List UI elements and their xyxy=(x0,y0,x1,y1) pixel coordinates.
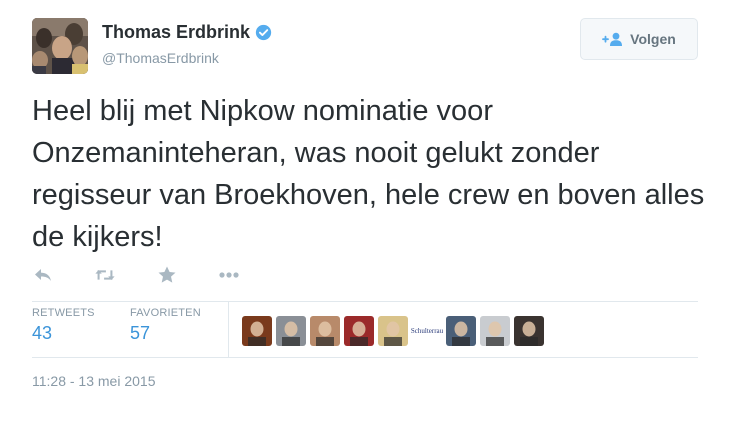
favorites-stat[interactable]: FAVORIETEN 57 xyxy=(130,307,201,344)
star-icon xyxy=(158,266,176,283)
favoriter-avatar[interactable]: Schulterrau xyxy=(411,316,443,346)
follow-button[interactable]: Volgen xyxy=(580,18,698,60)
retweets-label: RETWEETS xyxy=(32,307,95,319)
follow-person-plus-icon xyxy=(602,32,623,46)
stats-vertical-divider xyxy=(228,301,229,357)
verified-badge-icon xyxy=(255,24,272,41)
stats-bottom-divider xyxy=(32,357,698,358)
follow-button-label: Volgen xyxy=(630,31,676,47)
stats-top-divider xyxy=(32,301,698,302)
retweets-count: 43 xyxy=(32,323,53,343)
favoriter-avatar[interactable] xyxy=(310,316,340,346)
retweets-stat[interactable]: RETWEETS 43 xyxy=(32,307,95,344)
favoriter-avatar[interactable] xyxy=(344,316,374,346)
favorites-label: FAVORIETEN xyxy=(130,307,201,319)
reply-button[interactable] xyxy=(32,264,54,286)
favoriter-avatar[interactable] xyxy=(446,316,476,346)
favoriter-avatar[interactable] xyxy=(378,316,408,346)
favoriter-avatar[interactable] xyxy=(242,316,272,346)
author-avatar[interactable] xyxy=(32,18,88,74)
favoriter-avatar[interactable] xyxy=(480,316,510,346)
favoriter-avatar[interactable] xyxy=(514,316,544,346)
favorites-count: 57 xyxy=(130,323,151,343)
more-button[interactable] xyxy=(218,264,240,286)
favoriter-avatars: Schulterrau xyxy=(242,316,548,346)
favoriter-avatar[interactable] xyxy=(276,316,306,346)
author-handle[interactable]: @ThomasErdbrink xyxy=(102,50,219,66)
tweet-timestamp[interactable]: 11:28 - 13 mei 2015 xyxy=(32,373,156,389)
retweet-icon xyxy=(95,269,115,281)
reply-icon xyxy=(35,269,51,281)
more-icon xyxy=(219,272,239,278)
author-name[interactable]: Thomas Erdbrink xyxy=(102,22,250,43)
favorite-button[interactable] xyxy=(156,264,178,286)
author-name-row: Thomas Erdbrink xyxy=(102,22,272,43)
retweet-button[interactable] xyxy=(94,264,116,286)
tweet-text: Heel blij met Nipkow nominatie voor Onze… xyxy=(32,95,705,253)
tweet-actions xyxy=(32,263,280,287)
